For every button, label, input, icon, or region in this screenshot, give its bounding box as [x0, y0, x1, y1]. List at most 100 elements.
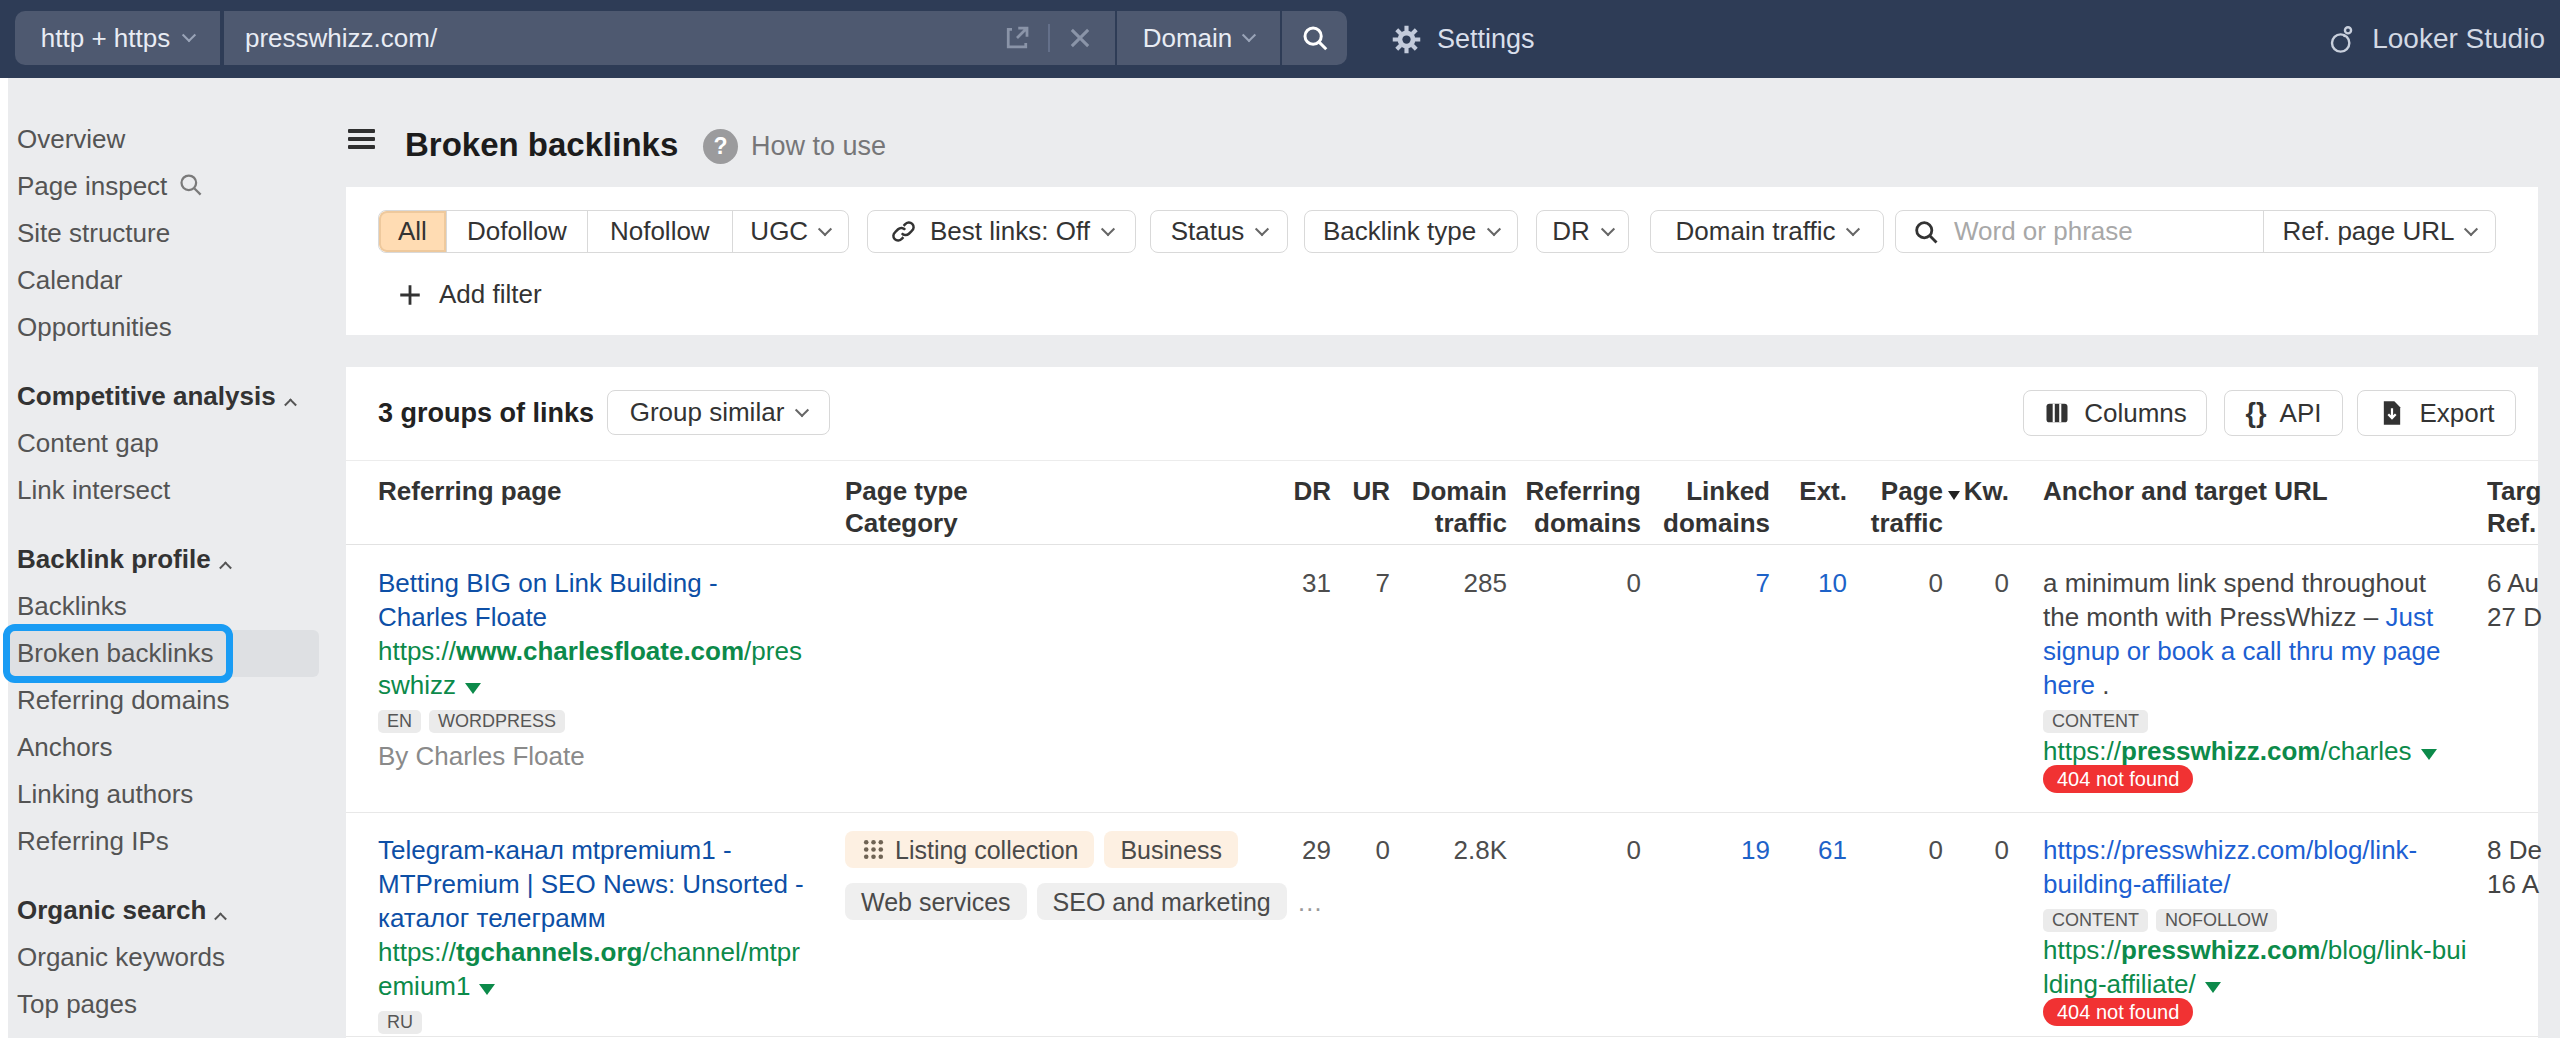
col-page-type[interactable]: Page typeCategory [845, 475, 968, 539]
ref-page-url-selector[interactable]: Ref. page URL [2264, 211, 2495, 252]
protocol-selector-label: http + https [41, 23, 170, 54]
url-input[interactable]: presswhizz.com/ [224, 11, 1115, 65]
referring-page-link[interactable]: Betting BIG on Link Building - Charles F… [378, 566, 809, 634]
filter-dofollow[interactable]: Dofollow [446, 211, 587, 252]
search-icon [1300, 23, 1330, 53]
sidebar-item-linking-authors[interactable]: Linking authors [7, 771, 319, 818]
backlink-type-filter[interactable]: Backlink type [1304, 210, 1518, 253]
dates-cell: 6 Au 27 D [2487, 566, 2544, 634]
sidebar-section-competitive-analysis[interactable]: Competitive analysis [7, 373, 319, 420]
filter-nofollow[interactable]: Nofollow [587, 211, 731, 252]
how-to-use-link[interactable]: ? How to use [703, 129, 886, 164]
chevron-up-icon [219, 561, 232, 574]
how-to-use-label: How to use [751, 131, 886, 162]
best-links-filter[interactable]: Best links: Off [867, 210, 1136, 253]
topbar: http + https presswhizz.com/ Domain Sett… [0, 0, 2560, 78]
table-header: Referring page Page typeCategory DR UR D… [346, 462, 2538, 545]
dr-filter[interactable]: DR [1536, 210, 1629, 253]
divider [1048, 24, 1050, 52]
sidebar-item-calendar[interactable]: Calendar [7, 257, 319, 304]
referring-page-url[interactable]: https://www.charlesfloate.com/presswhizz [378, 634, 809, 702]
language-badge: EN [378, 710, 421, 733]
open-in-new-tab-icon[interactable] [1002, 23, 1032, 53]
looker-studio-icon [2326, 23, 2358, 55]
expand-url-icon[interactable] [2205, 982, 2221, 993]
expand-url-icon[interactable] [479, 984, 495, 995]
sidebar: Overview Page inspect Site structure Cal… [0, 78, 346, 1038]
table-panel: 3 groups of links Group similar Columns … [346, 367, 2538, 1038]
anchor-cell: https://presswhizz.com/blog/link-buildin… [2043, 833, 2468, 1026]
looker-studio-button[interactable]: Looker Studio [2326, 0, 2545, 78]
anchor-inline-link[interactable]: https://presswhizz.com/blog/link-buildin… [2043, 835, 2417, 899]
sidebar-section-organic-search[interactable]: Organic search [7, 887, 319, 934]
search-button[interactable] [1282, 11, 1347, 65]
chevron-down-icon [1601, 222, 1615, 236]
sidebar-item-anchors[interactable]: Anchors [7, 724, 319, 771]
sidebar-item-link-intersect[interactable]: Link intersect [7, 467, 319, 514]
content-badge: CONTENT [2043, 909, 2148, 932]
sidebar-item-referring-domains[interactable]: Referring domains [7, 677, 319, 724]
api-button[interactable]: {} API [2224, 390, 2343, 436]
filter-ugc[interactable]: UGC [732, 211, 849, 252]
referring-page-link[interactable]: Telegram-канал mtpremium1 - MTPremium | … [378, 833, 809, 935]
search-icon [1912, 218, 1940, 246]
page-type-pill: Listing collection [845, 831, 1094, 868]
sidebar-item-overview[interactable]: Overview [7, 116, 319, 163]
columns-icon [2043, 399, 2071, 427]
language-badge: RU [378, 1011, 422, 1034]
chevron-up-icon [284, 398, 297, 411]
export-icon [2378, 399, 2406, 427]
sidebar-item-opportunities[interactable]: Opportunities [7, 304, 319, 351]
author-label: By Charles Floate [378, 739, 809, 773]
status-badge: 404 not found [2043, 998, 2193, 1026]
chevron-down-icon [1846, 222, 1860, 236]
sidebar-scrollbar[interactable] [0, 78, 8, 1038]
status-filter[interactable]: Status [1150, 210, 1288, 253]
expand-url-icon[interactable] [2421, 749, 2437, 760]
referring-page-url[interactable]: https://tgchannels.org/channel/mtpremium… [378, 935, 809, 1003]
group-similar-selector[interactable]: Group similar [607, 390, 830, 435]
col-referring-page[interactable]: Referring page [378, 475, 562, 507]
content-badge: CONTENT [2043, 710, 2148, 733]
col-anchor-target-url[interactable]: Anchor and target URL [2043, 475, 2328, 507]
sidebar-item-site-structure[interactable]: Site structure [7, 210, 319, 257]
sidebar-item-content-gap[interactable]: Content gap [7, 420, 319, 467]
export-button[interactable]: Export [2357, 390, 2516, 436]
chevron-down-icon [2464, 222, 2478, 236]
chevron-up-icon [214, 912, 227, 925]
target-url[interactable]: https://presswhizz.com/blog/link-buildin… [2043, 933, 2468, 1001]
chevron-down-icon [182, 28, 196, 42]
domain-traffic-filter[interactable]: Domain traffic [1650, 210, 1884, 253]
sidebar-item-top-pages[interactable]: Top pages [7, 981, 319, 1028]
more-categories[interactable]: … [1297, 885, 1323, 919]
cell-kw: 0 [1849, 833, 2009, 867]
columns-button[interactable]: Columns [2023, 390, 2207, 436]
gear-icon [1390, 23, 1423, 56]
settings-button[interactable]: Settings [1390, 0, 1535, 78]
chevron-down-icon [1242, 28, 1256, 42]
protocol-selector[interactable]: http + https [15, 11, 220, 65]
page-header-band: Broken backlinks ? How to use [346, 78, 2560, 187]
col-kw[interactable]: Kw. [1849, 475, 2009, 507]
sidebar-item-page-inspect[interactable]: Page inspect [7, 163, 319, 210]
clear-url-icon[interactable] [1066, 24, 1094, 52]
expand-url-icon[interactable] [465, 683, 481, 694]
filter-all[interactable]: All [379, 211, 446, 252]
menu-icon[interactable] [348, 129, 375, 149]
mode-selector[interactable]: Domain [1117, 11, 1280, 65]
url-value: presswhizz.com/ [245, 23, 437, 54]
word-or-phrase-input[interactable]: Word or phrase [1896, 211, 2264, 252]
add-filter-button[interactable]: Add filter [397, 273, 542, 316]
anchor-text: a minimum link spend throughout the mont… [2043, 566, 2468, 702]
sidebar-section-backlink-profile[interactable]: Backlink profile [7, 536, 319, 583]
sidebar-item-referring-ips[interactable]: Referring IPs [7, 818, 319, 865]
platform-badge: WORDPRESS [429, 710, 565, 733]
referring-page-cell: Betting BIG on Link Building - Charles F… [378, 566, 809, 773]
sidebar-item-backlinks[interactable]: Backlinks [7, 583, 319, 630]
sidebar-item-organic-keywords[interactable]: Organic keywords [7, 934, 319, 981]
col-target-ref[interactable]: TargRef. p [2487, 475, 2544, 539]
chevron-down-icon [818, 222, 832, 236]
word-or-phrase-placeholder: Word or phrase [1954, 216, 2133, 247]
target-url[interactable]: https://presswhizz.com/charles [2043, 734, 2468, 768]
nofollow-badge: NOFOLLOW [2156, 909, 2277, 932]
